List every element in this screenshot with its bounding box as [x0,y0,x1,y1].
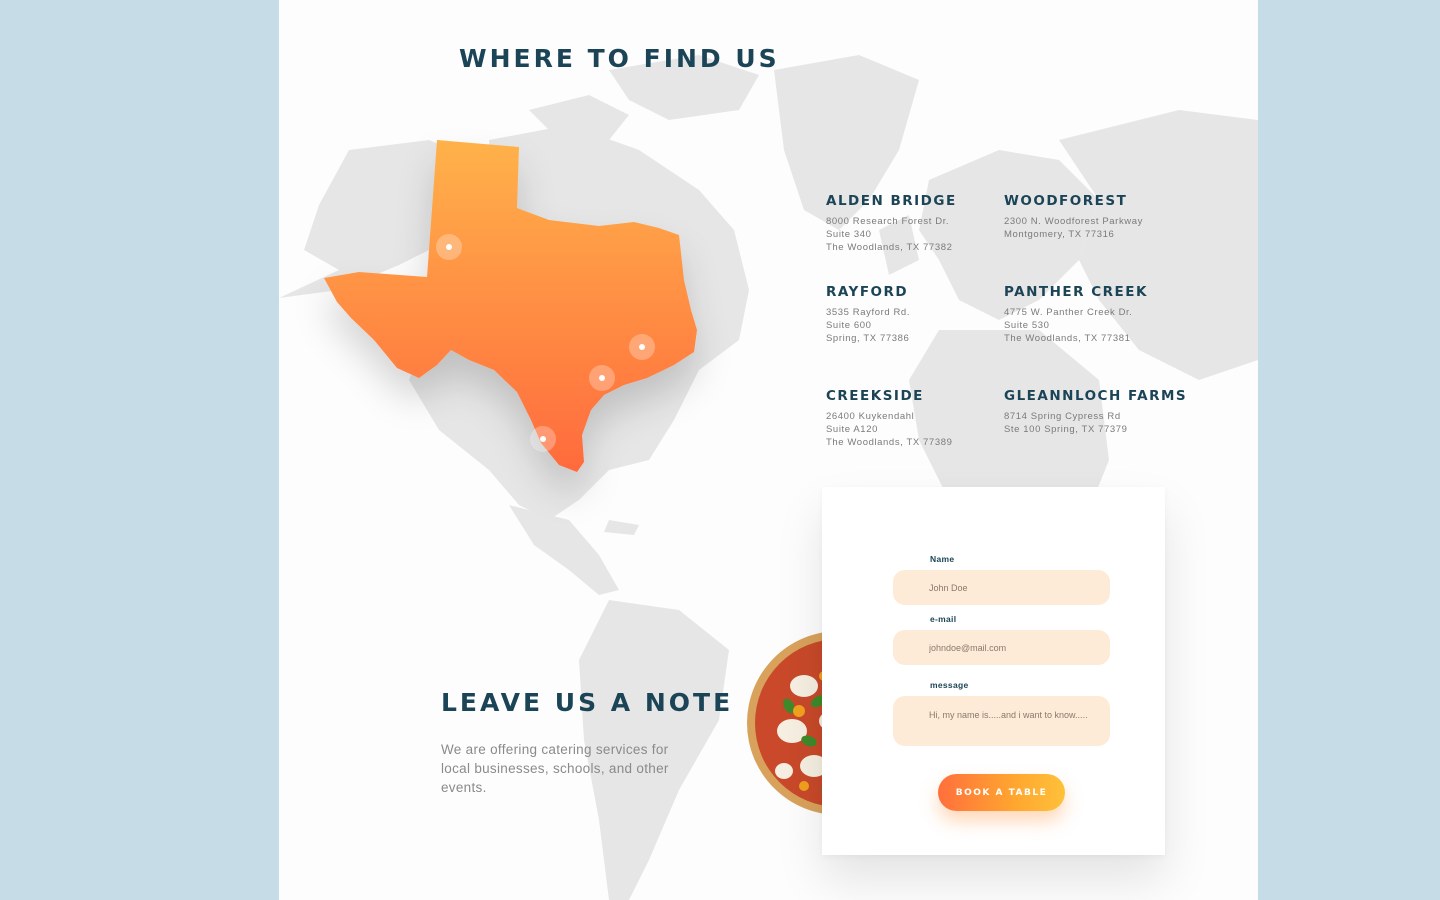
location-name: GLEANNLOCH FARMS [1004,388,1188,404]
address-line: 8000 Research Forest Dr. [826,216,950,227]
content-panel: WHERE TO FIND US ALDEN BRIDGE 8000 Resea… [279,0,1258,900]
message-textarea[interactable] [893,696,1110,746]
location-name: WOODFOREST [1004,193,1128,209]
address-line: 26400 Kuykendahl [826,411,915,422]
name-input[interactable] [893,570,1110,605]
location-name: ALDEN BRIDGE [826,193,957,209]
location-rayford: RAYFORD 3535 Rayford Rd. Suite 600 Sprin… [826,284,910,345]
location-gleannloch-farms: GLEANNLOCH FARMS 8714 Spring Cypress Rd … [1004,388,1187,436]
map-pin[interactable] [589,365,615,391]
booking-form: Name e-mail message BOOK A TABLE [822,487,1165,855]
message-label: message [930,680,969,690]
address-line: The Woodlands, TX 77381 [1004,333,1131,344]
location-alden-bridge: ALDEN BRIDGE 8000 Research Forest Dr. Su… [826,193,957,254]
map-pin[interactable] [530,426,556,452]
address-line: 4775 W. Panther Creek Dr. [1004,307,1133,318]
address-line: 3535 Rayford Rd. [826,307,911,318]
address-line: Suite 600 [826,320,872,331]
address-line: Suite A120 [826,424,878,435]
location-panther-creek: PANTHER CREEK 4775 W. Panther Creek Dr. … [1004,284,1148,345]
map-pin[interactable] [436,234,462,260]
location-creekside: CREEKSIDE 26400 Kuykendahl Suite A120 Th… [826,388,952,449]
address-line: 8714 Spring Cypress Rd [1004,411,1121,422]
location-name: CREEKSIDE [826,388,924,404]
address-line: The Woodlands, TX 77389 [826,437,953,448]
address-line: 2300 N. Woodforest Parkway [1004,216,1143,227]
address-line: Ste 100 Spring, TX 77379 [1004,424,1128,435]
address-line: Suite 340 [826,229,872,240]
address-line: Spring, TX 77386 [826,333,910,344]
email-label: e-mail [930,614,957,624]
address-line: Montgomery, TX 77316 [1004,229,1115,240]
location-woodforest: WOODFOREST 2300 N. Woodforest Parkway Mo… [1004,193,1143,241]
catering-description: We are offering catering services for lo… [441,742,669,795]
leave-us-a-note-title: LEAVE US A NOTE [441,688,734,717]
email-input[interactable] [893,630,1110,665]
name-label: Name [930,554,955,564]
address-line: Suite 530 [1004,320,1050,331]
location-name: RAYFORD [826,284,909,300]
map-pin[interactable] [629,334,655,360]
book-a-table-button[interactable]: BOOK A TABLE [938,774,1065,811]
where-to-find-us-title: WHERE TO FIND US [459,44,780,73]
location-name: PANTHER CREEK [1004,284,1148,300]
address-line: The Woodlands, TX 77382 [826,242,953,253]
